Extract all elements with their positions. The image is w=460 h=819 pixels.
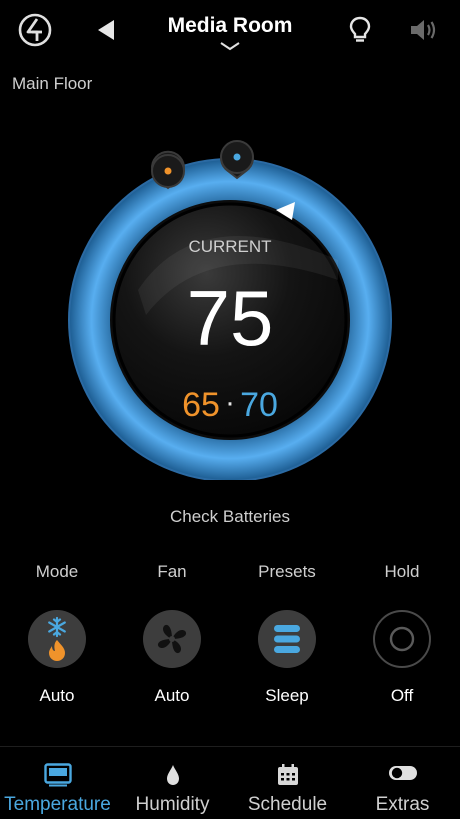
setpoint-separator: ·	[225, 386, 235, 419]
thermostat-icon	[43, 763, 72, 787]
back-icon[interactable]	[88, 12, 124, 48]
header: Media Room	[0, 0, 460, 60]
current-label: CURRENT	[188, 237, 271, 256]
tab-schedule-label: Schedule	[247, 794, 328, 815]
hold-off-icon	[389, 626, 415, 652]
hold-button[interactable]	[373, 610, 431, 668]
room-title[interactable]: Media Room	[130, 14, 330, 38]
cool-setpoint[interactable]: 70	[240, 386, 278, 424]
tab-humidity[interactable]: Humidity	[115, 747, 230, 819]
heat-setpoint[interactable]: 65	[182, 386, 220, 424]
fan-value: Auto	[154, 686, 190, 705]
toggle-icon	[388, 766, 417, 780]
status-message: Check Batteries	[170, 507, 290, 526]
presets-button[interactable]	[258, 610, 316, 668]
fan-label: Fan	[157, 562, 187, 581]
speaker-icon[interactable]	[406, 12, 442, 48]
fan-icon	[157, 624, 187, 654]
presets-label: Presets	[258, 562, 316, 581]
presets-value: Sleep	[265, 686, 309, 705]
tab-extras-label: Extras	[375, 794, 430, 815]
droplet-icon	[166, 765, 179, 785]
mode-button[interactable]	[28, 610, 86, 668]
snowflake-flame-icon	[48, 616, 66, 661]
location-label: Main Floor	[12, 74, 93, 93]
current-temp: 75	[187, 274, 274, 362]
hold-label: Hold	[384, 562, 420, 581]
tab-schedule[interactable]: Schedule	[230, 747, 345, 819]
mode-label: Mode	[35, 562, 79, 581]
logo-icon[interactable]	[17, 12, 53, 48]
fan-button[interactable]	[143, 610, 201, 668]
lightbulb-icon[interactable]	[342, 12, 378, 48]
thermostat-dial[interactable]: CURRENT 75 65 · 70	[68, 140, 392, 482]
tab-temperature[interactable]: Temperature	[0, 747, 115, 819]
calendar-icon	[277, 764, 298, 785]
hold-value: Off	[390, 686, 414, 705]
tab-temperature-label: Temperature	[4, 794, 111, 815]
presets-icon	[274, 625, 300, 653]
page-title[interactable]: Media Room	[168, 14, 293, 37]
mode-value: Auto	[39, 686, 75, 705]
chevron-down-icon[interactable]	[219, 41, 241, 51]
tab-bar: Temperature Humidity Schedule Extras	[0, 746, 460, 819]
tab-extras[interactable]: Extras	[345, 747, 460, 819]
tab-humidity-label: Humidity	[135, 794, 210, 815]
